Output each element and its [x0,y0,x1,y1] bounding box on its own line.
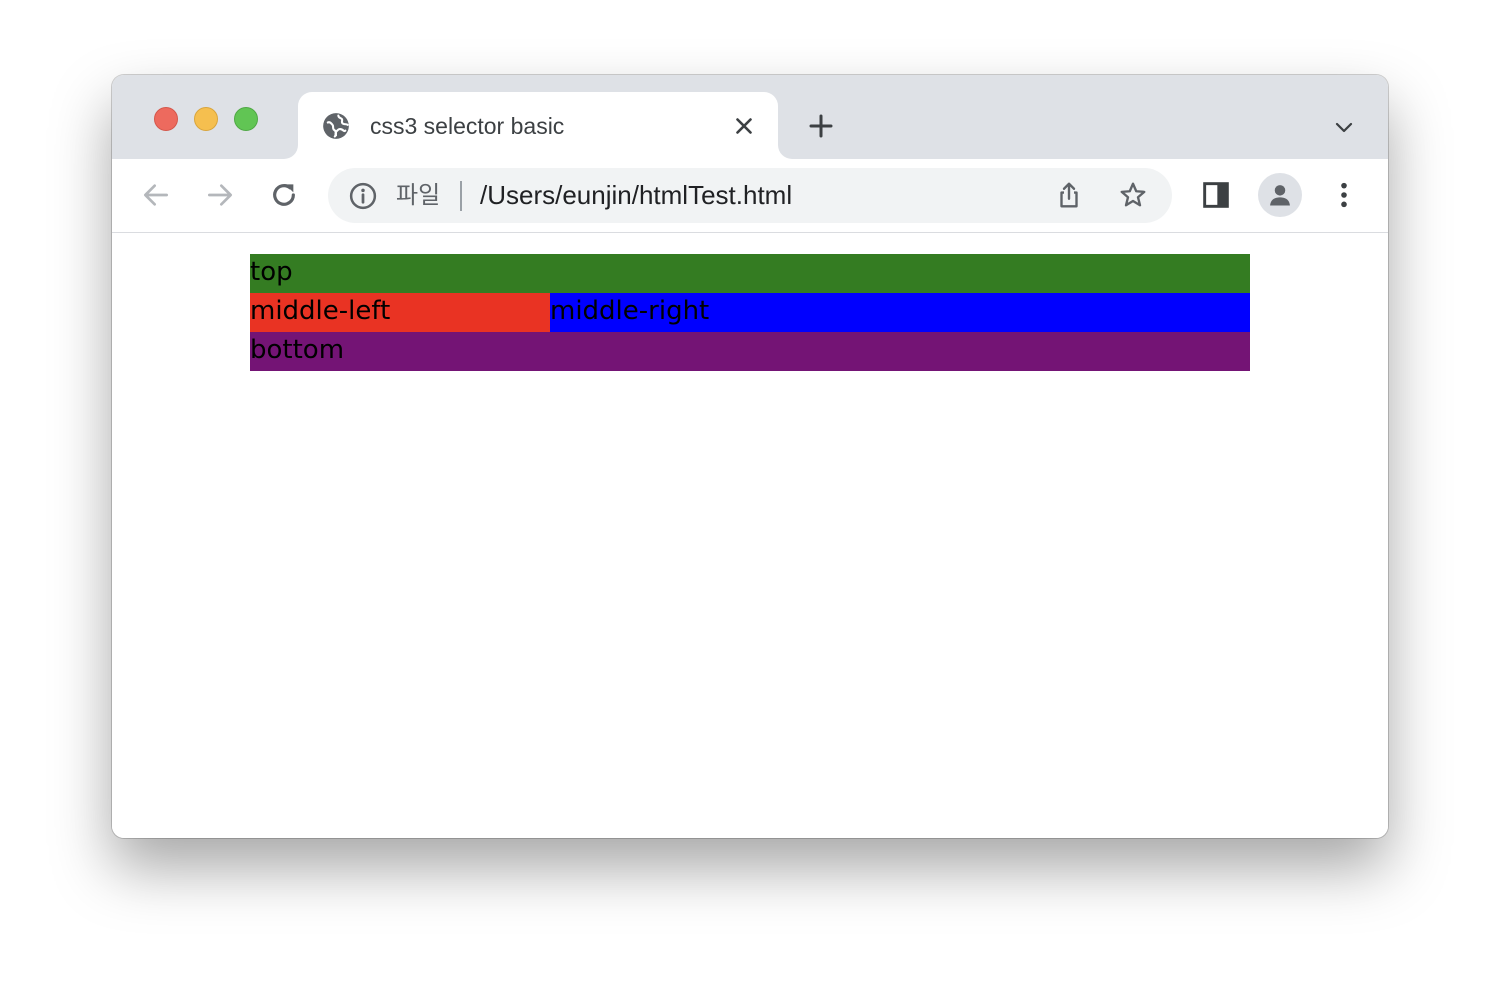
scheme-label: 파일 [396,181,441,209]
profile-avatar[interactable] [1258,173,1302,217]
page-viewport: top middle-left middle-right bottom [112,233,1388,838]
url-text[interactable]: /Users/eunjin/htmlTest.html [480,180,792,210]
tab-strip: css3 selector basic [112,75,1388,159]
chevron-down-icon[interactable] [1332,115,1356,139]
top-block: top [250,254,1250,293]
middle-row: middle-left middle-right [250,293,1250,332]
page-layout: top middle-left middle-right bottom [250,254,1250,371]
middle-left-block: middle-left [250,293,550,332]
close-window-button[interactable] [154,107,178,131]
kebab-menu-icon[interactable] [1328,179,1360,211]
bookmark-star-icon[interactable] [1118,180,1148,210]
person-icon [1270,185,1290,206]
info-icon[interactable] [348,181,378,211]
side-panel-icon[interactable] [1200,179,1232,211]
reload-icon[interactable] [268,179,300,211]
new-tab-icon[interactable] [806,111,836,141]
minimize-window-button[interactable] [194,107,218,131]
browser-window: css3 selector basic 파일 /Users/eunjin/htm… [112,75,1388,838]
forward-arrow-icon[interactable] [204,179,236,211]
share-icon[interactable] [1054,180,1084,210]
toolbar: 파일 /Users/eunjin/htmlTest.html [112,159,1388,233]
bottom-block: bottom [250,332,1250,371]
zoom-window-button[interactable] [234,107,258,131]
back-arrow-icon[interactable] [140,179,172,211]
tab-title: css3 selector basic [370,113,565,139]
divider [460,181,462,211]
tab-active[interactable]: css3 selector basic [298,92,778,159]
globe-icon [323,113,349,139]
address-bar[interactable]: 파일 /Users/eunjin/htmlTest.html [328,168,1172,223]
middle-right-block: middle-right [550,293,1250,332]
close-tab-icon[interactable] [731,113,757,139]
